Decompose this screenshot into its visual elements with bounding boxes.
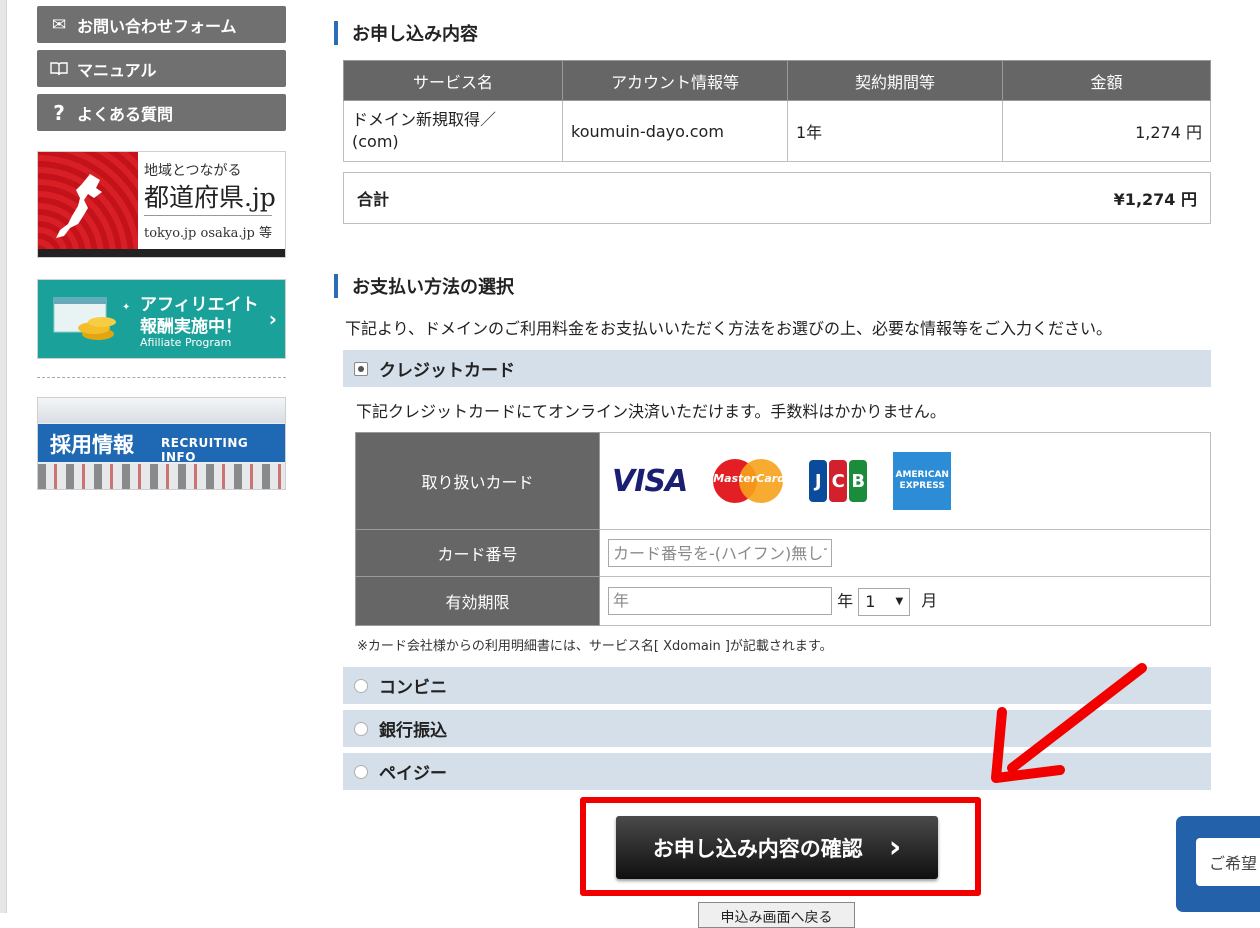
order-account-cell: koumuin-dayo.com xyxy=(562,100,788,162)
banner-blue-strip: 採用情報 RECRUITING INFO xyxy=(38,424,285,464)
payment-lead-text: 下記より、ドメインのご利用料金をお支払いいただく方法をお選びの上、必要な情報等を… xyxy=(345,319,1113,338)
banner-office-desks xyxy=(38,464,285,489)
expiry-month-unit: 月 xyxy=(921,591,938,610)
payeasy-label: ペイジー xyxy=(379,764,447,784)
mastercard-logo-icon: MasterCard xyxy=(713,459,786,503)
caret-down-icon: ▼ xyxy=(895,596,904,607)
card-number-label: カード番号 xyxy=(355,529,600,577)
order-col-period: 契約期間等 xyxy=(787,60,1003,101)
order-col-account: アカウント情報等 xyxy=(562,60,788,101)
banner-divider xyxy=(144,215,272,216)
order-service-value: ドメイン新規取得／(com) xyxy=(352,110,497,151)
banner-pref-line2: 都道府県.jp xyxy=(144,183,276,212)
order-service-cell: ドメイン新規取得／(com) xyxy=(343,100,563,162)
japan-map-icon xyxy=(56,174,102,238)
jcb-logo-icon: JCB xyxy=(809,460,868,502)
credit-card-form: 取り扱いカード VISA MasterCard JCB AMERICAN EXP… xyxy=(355,432,1211,626)
visa-logo-icon: VISA xyxy=(612,463,688,499)
amex-logo-icon: AMERICAN EXPRESS xyxy=(893,452,952,510)
mastercard-logo-text: MasterCard xyxy=(713,472,786,485)
annotation-arrow-icon xyxy=(991,663,1147,783)
question-icon: ? xyxy=(53,100,65,125)
credit-description: 下記クレジットカードにてオンライン決済いただけます。手数料はかかりません。 xyxy=(356,402,946,421)
card-number-cell xyxy=(599,529,1211,577)
order-total-value: ¥1,274 円 xyxy=(1113,190,1197,209)
order-table-header-row: サービス名 アカウント情報等 契約期間等 金額 xyxy=(343,60,1211,101)
card-number-input[interactable] xyxy=(608,539,832,567)
cards-label: 取り扱いカード xyxy=(355,432,600,530)
convenience-radio[interactable] xyxy=(354,678,368,693)
expiry-month-select[interactable]: 1 ▼ xyxy=(858,587,911,616)
table-row: ドメイン新規取得／(com) koumuin-dayo.com 1年 1,274… xyxy=(343,100,1211,162)
expiry-cell: 年 1 ▼ 月 xyxy=(599,576,1211,626)
table-row: 取り扱いカード VISA MasterCard JCB AMERICAN EXP… xyxy=(355,432,1211,530)
statement-note: ※カード会社様からの利用明細書には、サービス名[ Xdomain ]が記載されま… xyxy=(357,639,833,654)
bank-label: 銀行振込 xyxy=(379,721,447,741)
sidebar-divider xyxy=(37,377,286,378)
banner-aff-line3: Afiiliate Program xyxy=(140,336,232,349)
order-table: サービス名 アカウント情報等 契約期間等 金額 ドメイン新規取得／(com) k… xyxy=(343,60,1211,162)
expiry-year-unit: 年 xyxy=(837,591,854,610)
chat-widget-text: ご希望 xyxy=(1196,838,1260,886)
sidebar-manual-button[interactable]: マニュアル xyxy=(37,50,286,87)
credit-label: クレジットカード xyxy=(379,361,515,381)
back-button[interactable]: 申込み画面へ戻る xyxy=(698,902,855,928)
banner-pref-line1: 地域とつながる xyxy=(144,163,242,179)
convenience-label: コンビニ xyxy=(379,678,447,698)
payment-heading-text: お支払い方法の選択 xyxy=(352,277,514,298)
book-icon xyxy=(49,61,69,76)
order-col-service: サービス名 xyxy=(343,60,563,101)
payment-heading: お支払い方法の選択 xyxy=(334,273,514,299)
sidebar-contact-button[interactable]: ✉ お問い合わせフォーム xyxy=(37,6,286,43)
chat-widget[interactable]: ご希望 xyxy=(1176,816,1260,912)
sidebar-faq-button[interactable]: ? よくある質問 xyxy=(37,94,286,131)
bank-radio[interactable] xyxy=(354,721,368,736)
confirm-order-button[interactable]: お申し込み内容の確認 › xyxy=(616,816,938,879)
banner-aff-line2: 報酬実施中！ xyxy=(140,317,242,337)
expiry-year-input[interactable] xyxy=(608,586,832,615)
order-total-box: 合計 ¥1,274 円 xyxy=(343,172,1211,224)
coins-icon: ✦ xyxy=(53,297,130,340)
payeasy-radio[interactable] xyxy=(354,764,368,779)
page-left-rule xyxy=(0,0,7,913)
order-price-cell: 1,274 円 xyxy=(1002,100,1211,162)
payment-option-credit[interactable]: クレジットカード xyxy=(343,350,1211,387)
expiry-month-value: 1 xyxy=(865,592,876,611)
sidebar-contact-label: お問い合わせフォーム xyxy=(77,16,237,36)
card-logos-cell: VISA MasterCard JCB AMERICAN EXPRESS xyxy=(599,432,1211,530)
banner-office-photo xyxy=(38,398,285,423)
svg-text:✦: ✦ xyxy=(122,302,130,313)
chevron-right-icon: › xyxy=(888,830,902,865)
mail-icon: ✉ xyxy=(51,14,67,35)
banner-bottom-bar xyxy=(38,249,285,257)
banner-pref-line3: tokyo.jp osaka.jp 等 xyxy=(144,226,272,241)
recruiting-banner[interactable]: 採用情報 RECRUITING INFO xyxy=(37,397,286,490)
order-total-label: 合計 xyxy=(357,190,390,209)
card-logos: VISA MasterCard JCB AMERICAN EXPRESS xyxy=(608,434,1202,528)
sidebar-faq-label: よくある質問 xyxy=(77,104,174,124)
order-period-cell: 1年 xyxy=(787,100,1003,162)
sidebar-manual-label: マニュアル xyxy=(77,60,157,80)
order-col-price: 金額 xyxy=(1002,60,1211,101)
banner-recruit-subtitle: RECRUITING INFO xyxy=(161,436,249,464)
affiliate-banner[interactable]: ✦ アフィリエイト 報酬実施中！ Afiiliate Program › xyxy=(37,279,286,359)
order-heading: お申し込み内容 xyxy=(334,20,478,46)
credit-radio[interactable] xyxy=(354,361,368,376)
expiry-label: 有効期限 xyxy=(355,576,600,626)
chevron-right-icon: › xyxy=(268,307,277,331)
confirm-order-label: お申し込み内容の確認 xyxy=(652,836,863,861)
banner-recruit-title: 採用情報 xyxy=(50,433,134,457)
table-row: 有効期限 年 1 ▼ 月 xyxy=(355,576,1211,626)
table-row: カード番号 xyxy=(355,529,1211,577)
prefecture-jp-banner[interactable]: 地域とつながる 都道府県.jp tokyo.jp osaka.jp 等 xyxy=(37,151,286,258)
order-heading-text: お申し込み内容 xyxy=(352,24,478,45)
